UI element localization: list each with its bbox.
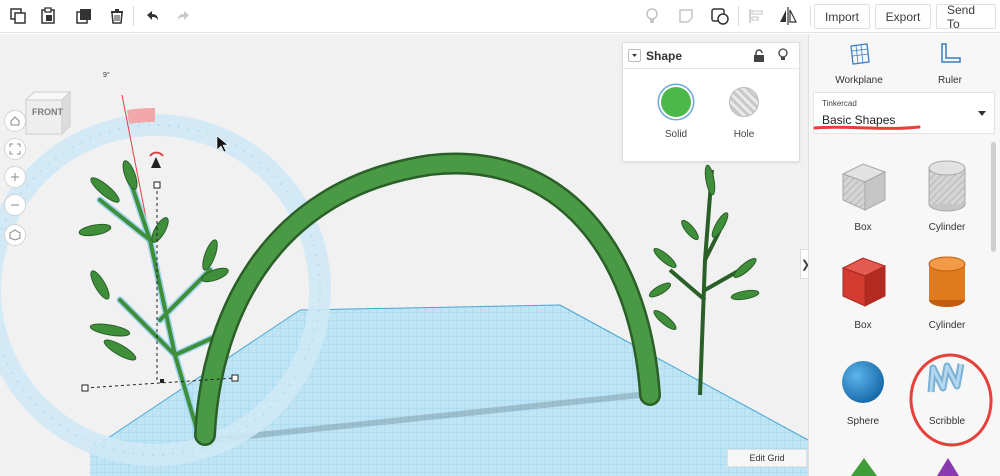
sidebar-scrollbar[interactable] (991, 142, 996, 252)
duplicate-icon[interactable] (70, 3, 98, 29)
send-to-button[interactable]: Send To (936, 3, 996, 31)
note-icon[interactable] (672, 3, 700, 29)
pyramid-purple-icon[interactable] (933, 456, 963, 476)
resize-handle-center[interactable] (160, 379, 164, 383)
box-icon (841, 163, 887, 211)
cylinder-icon (928, 256, 966, 307)
top-toolbar: Import Export Send To (0, 0, 1000, 33)
tree-right[interactable] (648, 164, 760, 396)
shape-label: Box (854, 222, 872, 233)
shape-inspector-panel: Shape Solid Hole (622, 42, 800, 162)
workplane-label: Workplane (835, 75, 883, 86)
workplane-tool[interactable]: Workplane (824, 42, 894, 86)
workplane-icon (850, 43, 870, 65)
cylinder-icon (928, 160, 966, 212)
ruler-icon (941, 43, 961, 63)
lightbulb-icon[interactable] (777, 48, 789, 67)
undo-icon[interactable] (138, 3, 166, 29)
annotation-underline (813, 125, 921, 130)
copy-icon[interactable] (4, 3, 32, 29)
solid-swatch[interactable] (661, 87, 691, 117)
hole-swatch[interactable] (729, 87, 759, 117)
library-source: Tinkercad (822, 99, 857, 108)
shape-cylinder-gray[interactable]: Cylinder (907, 152, 987, 242)
fit-view-button[interactable] (4, 138, 26, 160)
shapes-sidebar: Workplane Ruler Tinkercad Basic Shapes B… (808, 34, 1000, 476)
perspective-button[interactable] (4, 224, 26, 246)
box-icon (841, 257, 887, 307)
shape-box-gray[interactable]: Box (823, 152, 903, 242)
zoom-out-button[interactable] (4, 194, 26, 216)
solid-label: Solid (664, 129, 688, 140)
align-icon[interactable] (742, 3, 770, 29)
hole-label: Hole (733, 129, 755, 140)
ruler-tool[interactable]: Ruler (915, 42, 985, 86)
export-button[interactable]: Export (875, 4, 931, 29)
angle-readout: 9° (103, 72, 110, 79)
shape-label: Cylinder (928, 222, 966, 233)
paste-icon[interactable] (34, 3, 62, 29)
lightbulb-icon[interactable] (638, 3, 666, 29)
shape-sphere-blue[interactable]: Sphere (823, 348, 903, 438)
view-cube-label: FRONT (32, 107, 63, 117)
home-view-button[interactable] (4, 110, 26, 132)
zoom-in-button[interactable] (4, 166, 26, 188)
trash-icon[interactable] (103, 3, 131, 29)
shape-label: Box (854, 320, 872, 331)
annotation-circle (909, 353, 993, 447)
shape-panel-title: Shape (646, 49, 683, 63)
edit-grid-button[interactable]: Edit Grid (727, 449, 807, 467)
shape-panel-header: Shape (623, 43, 799, 69)
shape-cylinder-orange[interactable]: Cylinder (907, 250, 987, 340)
collapse-panel-button[interactable] (628, 49, 641, 62)
pyramid-green-icon[interactable] (849, 456, 879, 476)
resize-handle-left[interactable] (81, 384, 89, 392)
sphere-icon (842, 361, 884, 403)
import-button[interactable]: Import (814, 4, 870, 29)
shape-label: Cylinder (928, 320, 966, 331)
view-cube[interactable]: FRONT (22, 90, 72, 136)
redo-icon[interactable] (170, 3, 198, 29)
resize-handle-top[interactable] (153, 181, 161, 189)
mirror-icon[interactable] (774, 3, 802, 29)
lock-icon[interactable] (753, 49, 765, 67)
chevron-down-icon (978, 111, 986, 116)
ruler-label: Ruler (938, 75, 962, 86)
resize-handle-right[interactable] (231, 374, 239, 382)
group-icon[interactable] (706, 3, 734, 29)
shape-label: Sphere (846, 416, 880, 427)
shape-box-red[interactable]: Box (823, 250, 903, 340)
